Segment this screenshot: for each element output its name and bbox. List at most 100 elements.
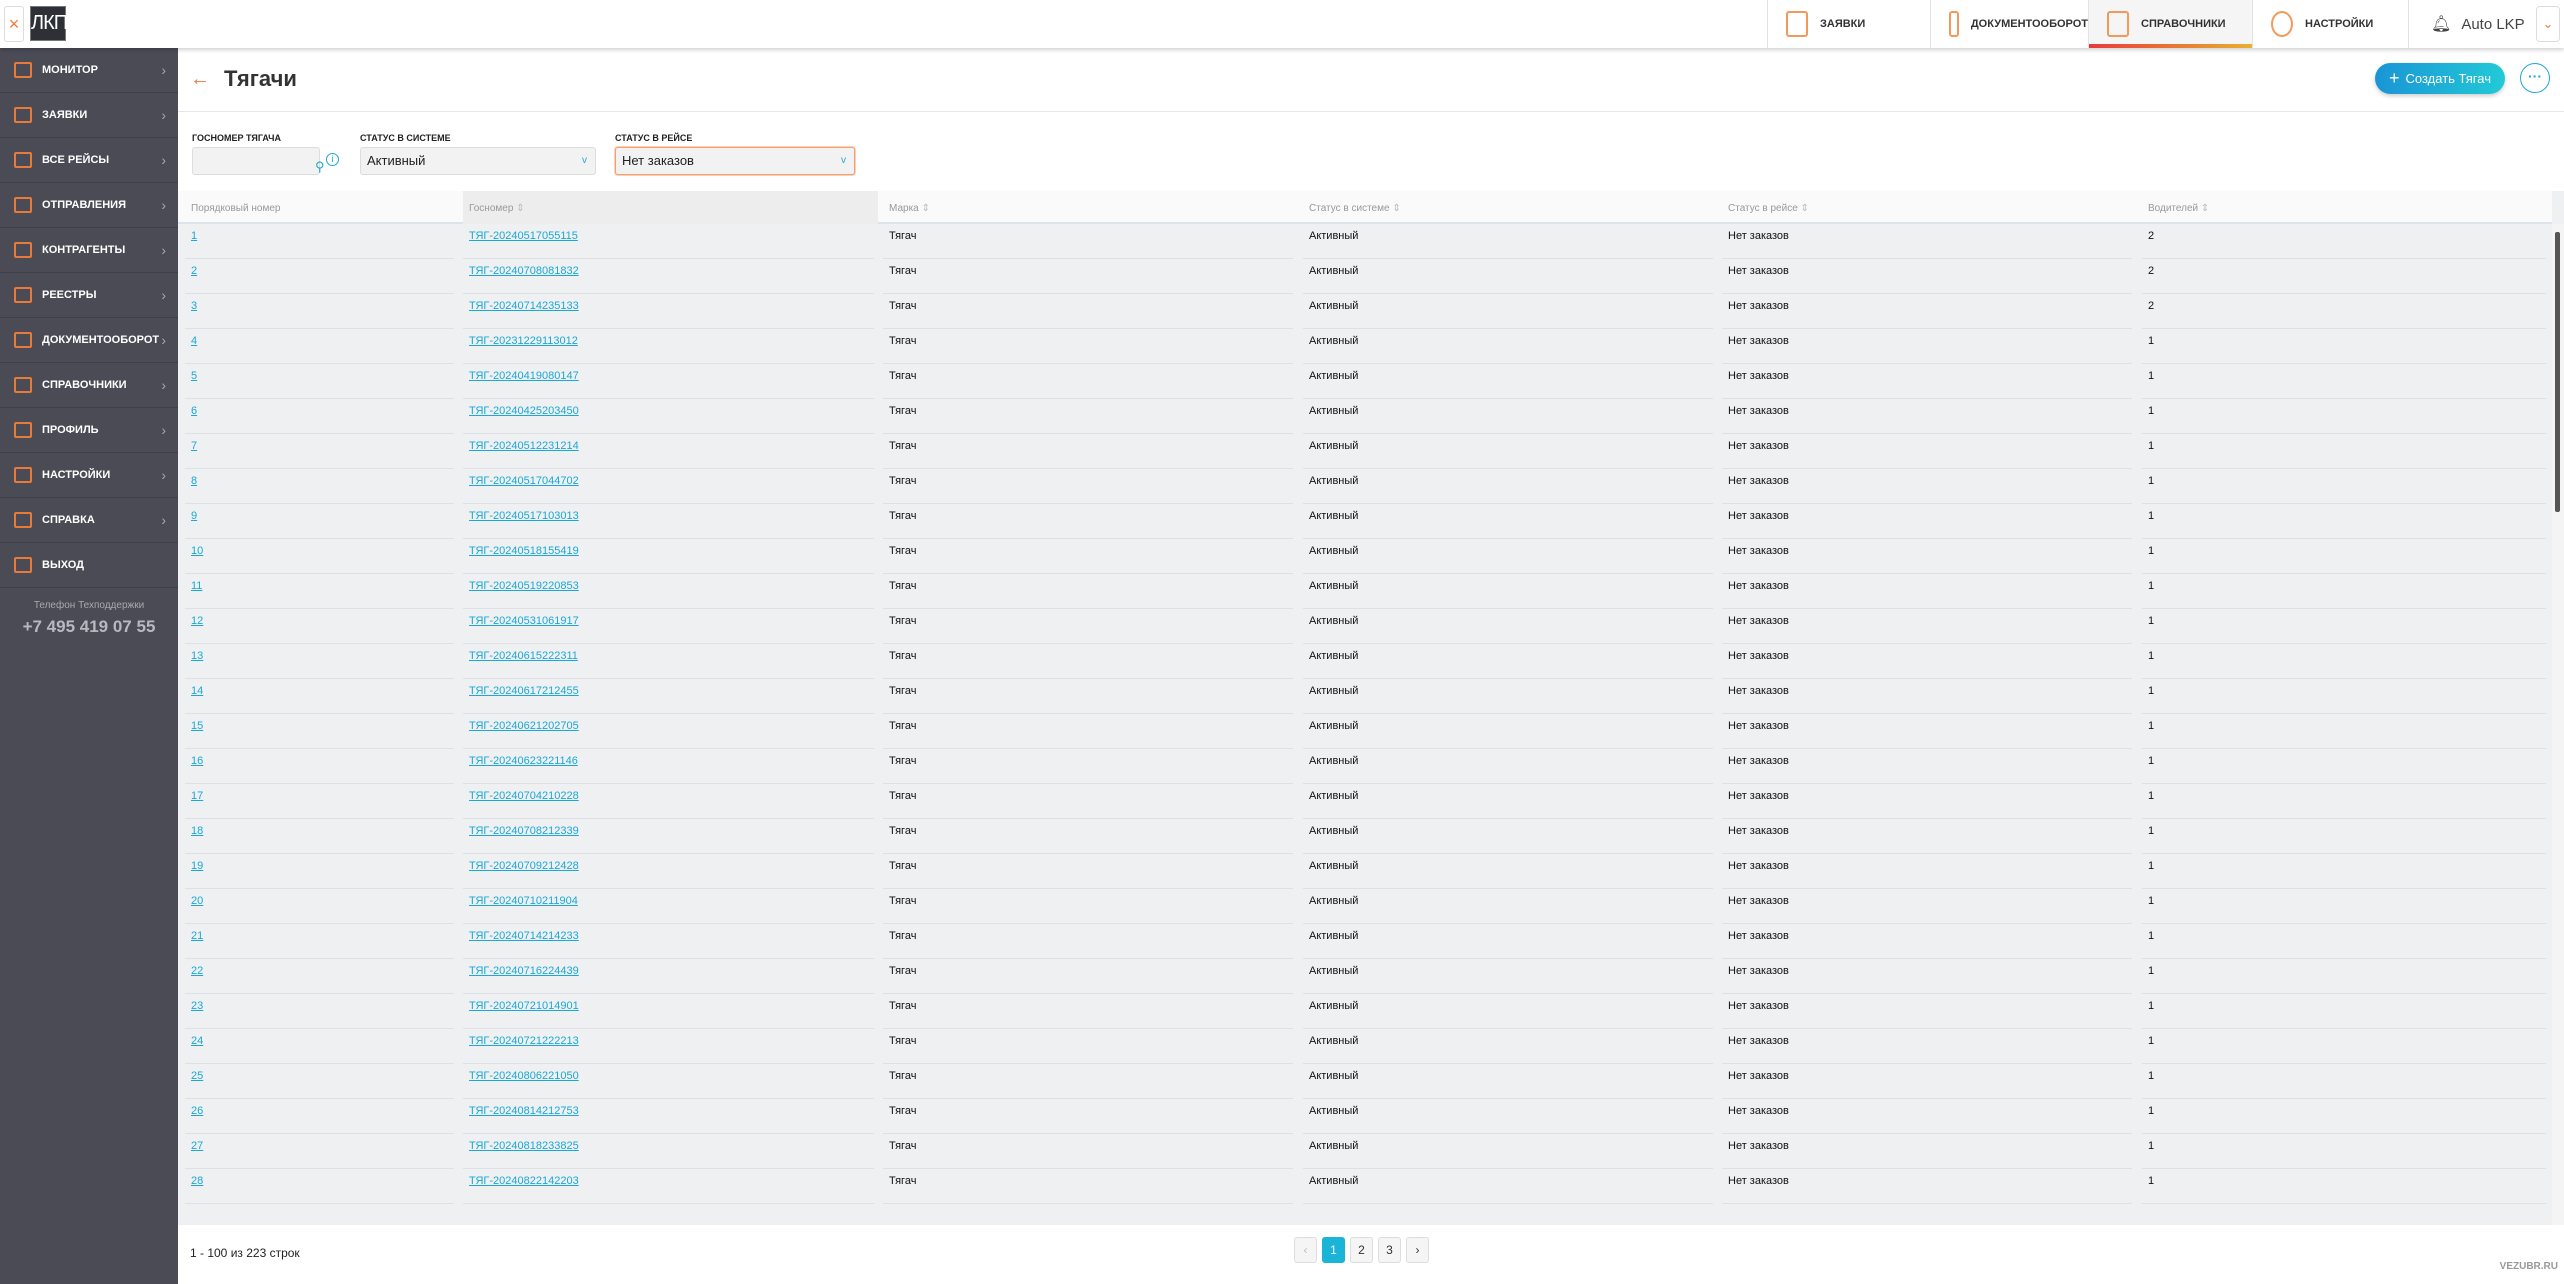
logo[interactable]: ЛКП xyxy=(30,6,68,41)
sidebar-item-0[interactable]: МОНИТОР › xyxy=(0,48,178,93)
page-3-button[interactable]: 3 xyxy=(1378,1237,1401,1263)
index-link[interactable]: 25 xyxy=(191,1070,203,1082)
index-link[interactable]: 14 xyxy=(191,685,203,697)
prev-page-button[interactable]: ‹ xyxy=(1294,1237,1317,1263)
close-menu-button[interactable]: × xyxy=(4,6,24,42)
table-row[interactable]: 19 ТЯГ-20240709212428 Тягач Активный Нет зак… xyxy=(178,854,2552,889)
cell-index[interactable]: 7 xyxy=(185,434,454,469)
plate-link[interactable]: ТЯГ-20240818233825 xyxy=(469,1140,579,1152)
top-nav-documents[interactable]: ДОКУМЕНТООБОРОТ xyxy=(1930,0,2088,48)
plate-link[interactable]: ТЯГ-20240710211904 xyxy=(469,895,578,907)
table-row[interactable]: 15 ТЯГ-20240621202705 Тягач Активный Нет зак… xyxy=(178,714,2552,749)
cell-index[interactable]: 17 xyxy=(185,784,454,819)
plate-search-input[interactable]: ⚲ xyxy=(192,147,325,175)
sidebar-item-11[interactable]: ВЫХОД xyxy=(0,543,178,588)
table-row[interactable]: 28 ТЯГ-20240822142203 Тягач Активный Нет зак… xyxy=(178,1169,2552,1204)
table-row[interactable]: 23 ТЯГ-20240721014901 Тягач Активный Нет зак… xyxy=(178,994,2552,1029)
sidebar-item-6[interactable]: ДОКУМЕНТООБОРОТ › xyxy=(0,318,178,363)
cell-index[interactable]: 28 xyxy=(185,1169,454,1204)
cell-plate[interactable]: ТЯГ-20240519220853 xyxy=(463,574,874,609)
column-header-5[interactable]: Водителей ⇕ xyxy=(2142,191,2550,224)
cell-plate[interactable]: ТЯГ-20240814212753 xyxy=(463,1099,874,1134)
cell-index[interactable]: 18 xyxy=(185,819,454,854)
index-link[interactable]: 10 xyxy=(191,545,203,557)
cell-index[interactable]: 23 xyxy=(185,994,454,1029)
plate-link[interactable]: ТЯГ-20240708212339 xyxy=(469,825,579,837)
cell-plate[interactable]: ТЯГ-20240512231214 xyxy=(463,434,874,469)
plate-link[interactable]: ТЯГ-20240714214233 xyxy=(469,930,579,942)
plate-link[interactable]: ТЯГ-20240716224439 xyxy=(469,965,579,977)
plate-link[interactable]: ТЯГ-20240623221146 xyxy=(469,755,578,767)
table-row[interactable]: 11 ТЯГ-20240519220853 Тягач Активный Нет зак… xyxy=(178,574,2552,609)
cell-index[interactable]: 4 xyxy=(185,329,454,364)
cell-index[interactable]: 14 xyxy=(185,679,454,714)
column-header-0[interactable]: Порядковый номер xyxy=(185,191,458,224)
index-link[interactable]: 24 xyxy=(191,1035,203,1047)
index-link[interactable]: 12 xyxy=(191,615,203,627)
index-link[interactable]: 5 xyxy=(191,370,197,382)
table-row[interactable]: 4 ТЯГ-20231229113012 Тягач Активный Нет зака… xyxy=(178,329,2552,364)
plate-link[interactable]: ТЯГ-20240721222213 xyxy=(469,1035,579,1047)
cell-index[interactable]: 10 xyxy=(185,539,454,574)
index-link[interactable]: 26 xyxy=(191,1105,203,1117)
table-row[interactable]: 8 ТЯГ-20240517044702 Тягач Активный Нет зака… xyxy=(178,469,2552,504)
sidebar-item-7[interactable]: СПРАВОЧНИКИ › xyxy=(0,363,178,408)
sort-icon[interactable]: ⇕ xyxy=(516,203,524,214)
index-link[interactable]: 7 xyxy=(191,440,197,452)
cell-plate[interactable]: ТЯГ-20240818233825 xyxy=(463,1134,874,1169)
cell-index[interactable]: 15 xyxy=(185,714,454,749)
plate-link[interactable]: ТЯГ-20240518155419 xyxy=(469,545,579,557)
sidebar-item-5[interactable]: РЕЕСТРЫ › xyxy=(0,273,178,318)
cell-index[interactable]: 11 xyxy=(185,574,454,609)
cell-plate[interactable]: ТЯГ-20231229113012 xyxy=(463,329,874,364)
scrollbar-thumb[interactable] xyxy=(2555,232,2560,512)
cell-plate[interactable]: ТЯГ-20240615222311 xyxy=(463,644,874,679)
plate-link[interactable]: ТЯГ-20240708081832 xyxy=(469,265,579,277)
plate-link[interactable]: ТЯГ-20240517055115 xyxy=(469,230,578,242)
plate-link[interactable]: ТЯГ-20240621202705 xyxy=(469,720,579,732)
index-link[interactable]: 9 xyxy=(191,510,197,522)
top-nav-directories[interactable]: СПРАВОЧНИКИ xyxy=(2088,0,2252,48)
index-link[interactable]: 3 xyxy=(191,300,197,312)
user-menu[interactable]: 🔔︎ Auto LKP ⌄ xyxy=(2408,0,2564,48)
index-link[interactable]: 23 xyxy=(191,1000,203,1012)
cell-index[interactable]: 1 xyxy=(185,224,454,259)
cell-index[interactable]: 3 xyxy=(185,294,454,329)
table-row[interactable]: 26 ТЯГ-20240814212753 Тягач Активный Нет зак… xyxy=(178,1099,2552,1134)
cell-index[interactable]: 12 xyxy=(185,609,454,644)
sidebar-item-3[interactable]: ОТПРАВЛЕНИЯ › xyxy=(0,183,178,228)
sidebar-item-10[interactable]: СПРАВКА › xyxy=(0,498,178,543)
cell-plate[interactable]: ТЯГ-20240716224439 xyxy=(463,959,874,994)
page-2-button[interactable]: 2 xyxy=(1350,1237,1373,1263)
table-row[interactable]: 12 ТЯГ-20240531061917 Тягач Активный Нет зак… xyxy=(178,609,2552,644)
column-header-1[interactable]: Госномер ⇕ xyxy=(463,191,878,224)
chevron-down-icon[interactable]: ⌄ xyxy=(2536,6,2560,42)
vertical-scrollbar[interactable] xyxy=(2552,224,2564,1225)
cell-plate[interactable]: ТЯГ-20240621202705 xyxy=(463,714,874,749)
plate-link[interactable]: ТЯГ-20240425203450 xyxy=(469,405,579,417)
cell-index[interactable]: 13 xyxy=(185,644,454,679)
cell-plate[interactable]: ТЯГ-20240822142203 xyxy=(463,1169,874,1204)
cell-index[interactable]: 20 xyxy=(185,889,454,924)
plate-link[interactable]: ТЯГ-20240814212753 xyxy=(469,1105,579,1117)
cell-plate[interactable]: ТЯГ-20240517103013 xyxy=(463,504,874,539)
cell-plate[interactable]: ТЯГ-20240714235133 xyxy=(463,294,874,329)
column-header-3[interactable]: Статус в системе ⇕ xyxy=(1303,191,1717,224)
table-row[interactable]: 22 ТЯГ-20240716224439 Тягач Активный Нет зак… xyxy=(178,959,2552,994)
index-link[interactable]: 15 xyxy=(191,720,203,732)
cell-index[interactable]: 5 xyxy=(185,364,454,399)
plate-link[interactable]: ТЯГ-20240617212455 xyxy=(469,685,579,697)
cell-plate[interactable]: ТЯГ-20240518155419 xyxy=(463,539,874,574)
cell-plate[interactable]: ТЯГ-20240721222213 xyxy=(463,1029,874,1064)
plate-link[interactable]: ТЯГ-20240714235133 xyxy=(469,300,579,312)
cell-index[interactable]: 9 xyxy=(185,504,454,539)
plate-link[interactable]: ТЯГ-20240519220853 xyxy=(469,580,579,592)
plate-link[interactable]: ТЯГ-20240512231214 xyxy=(469,440,579,452)
plate-link[interactable]: ТЯГ-20240709212428 xyxy=(469,860,579,872)
cell-plate[interactable]: ТЯГ-20240714214233 xyxy=(463,924,874,959)
index-link[interactable]: 27 xyxy=(191,1140,203,1152)
top-nav-settings[interactable]: НАСТРОЙКИ xyxy=(2252,0,2408,48)
cell-index[interactable]: 2 xyxy=(185,259,454,294)
table-row[interactable]: 21 ТЯГ-20240714214233 Тягач Активный Нет зак… xyxy=(178,924,2552,959)
table-row[interactable]: 3 ТЯГ-20240714235133 Тягач Активный Нет зака… xyxy=(178,294,2552,329)
